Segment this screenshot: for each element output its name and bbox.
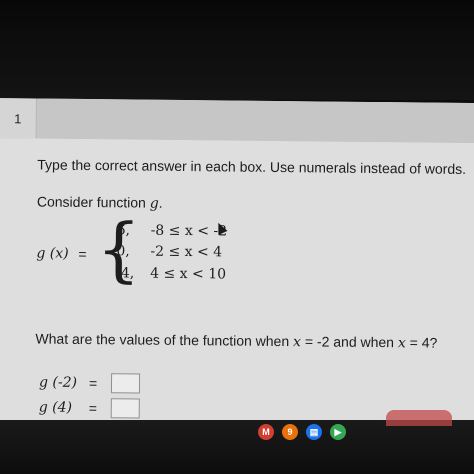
prompt-end: ? <box>429 334 438 351</box>
question-body: Type the correct answer in each box. Use… <box>0 137 474 426</box>
prompt-eq2: = <box>405 334 422 351</box>
answer-equals-1: = <box>88 375 98 392</box>
assessment-screen: 1 Type the correct answer in each box. U… <box>0 98 474 426</box>
monitor-bezel <box>0 0 474 100</box>
play-store-icon[interactable]: ▶ <box>330 424 346 440</box>
prompt-mid: and when <box>329 333 398 351</box>
case-condition-3: 4 ≤ x < 10 <box>150 265 227 283</box>
play-music-icon[interactable]: 9 <box>282 424 298 440</box>
function-label: g (x) <box>36 245 69 262</box>
instruction-text: Type the correct answer in each box. Use… <box>37 156 467 177</box>
prompt-part1: What are the values of the function when <box>35 330 294 350</box>
gmail-icon[interactable]: M <box>258 424 274 440</box>
prompt-var1: x <box>292 334 302 351</box>
case-condition-2: -2 ≤ x < 4 <box>150 243 223 261</box>
answer-label-1: g (-2) <box>38 374 78 391</box>
prompt-eq1: = <box>300 333 318 350</box>
piecewise-brace: { <box>95 208 142 291</box>
question-header: 1 <box>0 98 474 145</box>
question-number: 1 <box>0 98 37 139</box>
files-icon[interactable]: ▤ <box>306 424 322 440</box>
case-value-1: 6, <box>116 222 131 239</box>
case-value-3: -4, <box>116 265 135 282</box>
answer-input-2[interactable] <box>110 398 140 419</box>
answer-equals-2: = <box>88 400 98 417</box>
consider-suffix: . <box>158 194 163 211</box>
case-value-2: 0, <box>116 243 130 260</box>
function-equals: = <box>78 245 87 262</box>
function-name: g <box>149 195 159 212</box>
answer-input-1[interactable] <box>110 373 141 394</box>
app-shelf: M 9 ▤ ▶ <box>258 424 346 440</box>
answer-label-2: g (4) <box>38 399 73 416</box>
prompt-val1: -2 <box>316 333 330 350</box>
next-button[interactable] <box>386 410 452 426</box>
question-prompt: What are the values of the function when… <box>35 330 437 351</box>
taskbar: M 9 ▤ ▶ <box>0 410 474 474</box>
